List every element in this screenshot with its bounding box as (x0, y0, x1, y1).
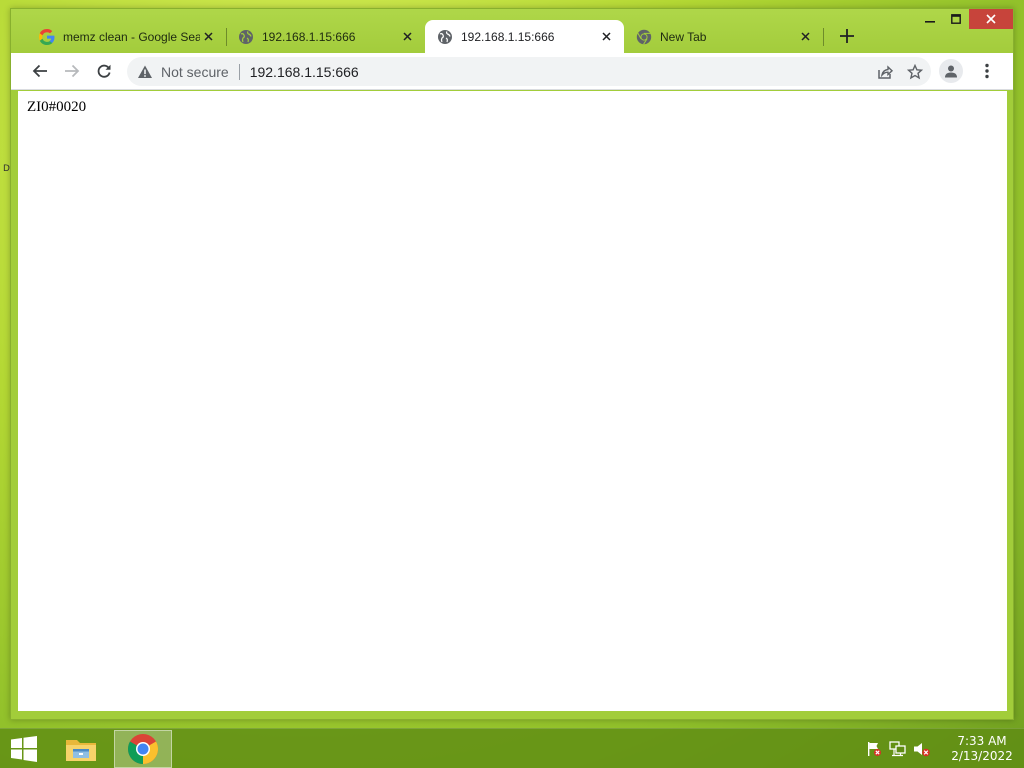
tab-title: 192.168.1.15:666 (262, 29, 356, 44)
tab-close-button[interactable] (399, 29, 415, 45)
desktop-cursor-glyph: D (3, 164, 10, 174)
taskbar-file-explorer[interactable] (52, 730, 110, 768)
close-icon (203, 32, 213, 41)
new-tab-button[interactable] (833, 22, 861, 50)
maximize-button[interactable] (943, 9, 969, 29)
url-text[interactable]: 192.168.1.15:666 (250, 64, 359, 80)
profile-button[interactable] (939, 59, 963, 83)
close-window-button[interactable] (969, 9, 1013, 29)
speaker-muted-icon (914, 743, 930, 757)
close-icon (800, 32, 810, 41)
network-button[interactable] (886, 737, 910, 761)
omnibox-divider (238, 63, 240, 80)
taskbar: 7:33 AM 2/13/2022 (0, 728, 1024, 768)
google-g-icon (39, 28, 55, 45)
chrome-icon (636, 29, 652, 44)
share-icon[interactable] (877, 64, 893, 80)
taskbar-chrome[interactable] (114, 730, 172, 768)
security-label[interactable]: Not secure (161, 64, 229, 80)
taskbar-clock[interactable]: 7:33 AM 2/13/2022 (940, 734, 1024, 764)
warning-triangle-icon[interactable] (137, 64, 153, 80)
forward-button[interactable] (57, 56, 87, 86)
tab-close-button[interactable] (598, 29, 614, 45)
page-body-text: ZI0#0020 (27, 99, 87, 115)
arrow-right-icon (65, 64, 80, 78)
tab-close-button[interactable] (797, 29, 813, 45)
minimize-button[interactable] (917, 9, 943, 29)
windows-logo-icon (11, 736, 37, 762)
tab-title: 192.168.1.15:666 (461, 29, 555, 44)
network-icon (889, 741, 906, 757)
three-dots-vertical-icon (985, 63, 989, 79)
browser-window: memz clean - Google Search 192.168.1.15:… (10, 8, 1014, 720)
globe-icon (239, 29, 253, 44)
tab-separator (823, 28, 824, 46)
flag-icon (868, 742, 881, 756)
browser-toolbar: Not secure 192.168.1.15:666 (11, 53, 1013, 90)
start-button[interactable] (6, 733, 42, 765)
maximize-icon (951, 14, 961, 24)
arrow-left-icon (32, 64, 47, 78)
system-tray: 7:33 AM 2/13/2022 (862, 729, 1024, 768)
plus-icon (840, 29, 854, 43)
reload-icon (97, 64, 111, 78)
window-controls (917, 9, 1013, 31)
tab-strip: memz clean - Google Search 192.168.1.15:… (27, 20, 861, 53)
tab-close-button[interactable] (200, 29, 216, 45)
close-icon (986, 14, 996, 24)
clock-date: 2/13/2022 (951, 749, 1013, 763)
tab-ip-address-2-active[interactable]: 192.168.1.15:666 (425, 20, 624, 53)
action-center-button[interactable] (862, 737, 886, 761)
page-content[interactable]: ZI0#0020 (18, 91, 1007, 711)
close-icon (601, 32, 611, 41)
globe-icon (438, 29, 452, 44)
tab-new-tab[interactable]: New Tab (624, 20, 824, 53)
volume-button[interactable] (910, 737, 934, 761)
close-icon (402, 32, 412, 41)
tab-title: memz clean - Google Search (63, 29, 200, 44)
address-bar[interactable]: Not secure 192.168.1.15:666 (127, 57, 931, 86)
tab-ip-address-1[interactable]: 192.168.1.15:666 (226, 20, 426, 53)
reload-button[interactable] (89, 56, 119, 86)
clock-time: 7:33 AM (957, 734, 1007, 748)
back-button[interactable] (25, 56, 55, 86)
omnibox-actions (877, 57, 923, 86)
file-explorer-icon (66, 740, 96, 761)
title-bar[interactable]: memz clean - Google Search 192.168.1.15:… (11, 9, 1013, 53)
tab-memz-search[interactable]: memz clean - Google Search (27, 20, 227, 53)
minimize-icon (925, 21, 935, 23)
tab-title: New Tab (660, 29, 707, 44)
chrome-icon (127, 734, 159, 764)
browser-menu-button[interactable] (975, 59, 999, 83)
bookmark-star-icon[interactable] (907, 63, 923, 80)
person-icon (945, 65, 957, 78)
